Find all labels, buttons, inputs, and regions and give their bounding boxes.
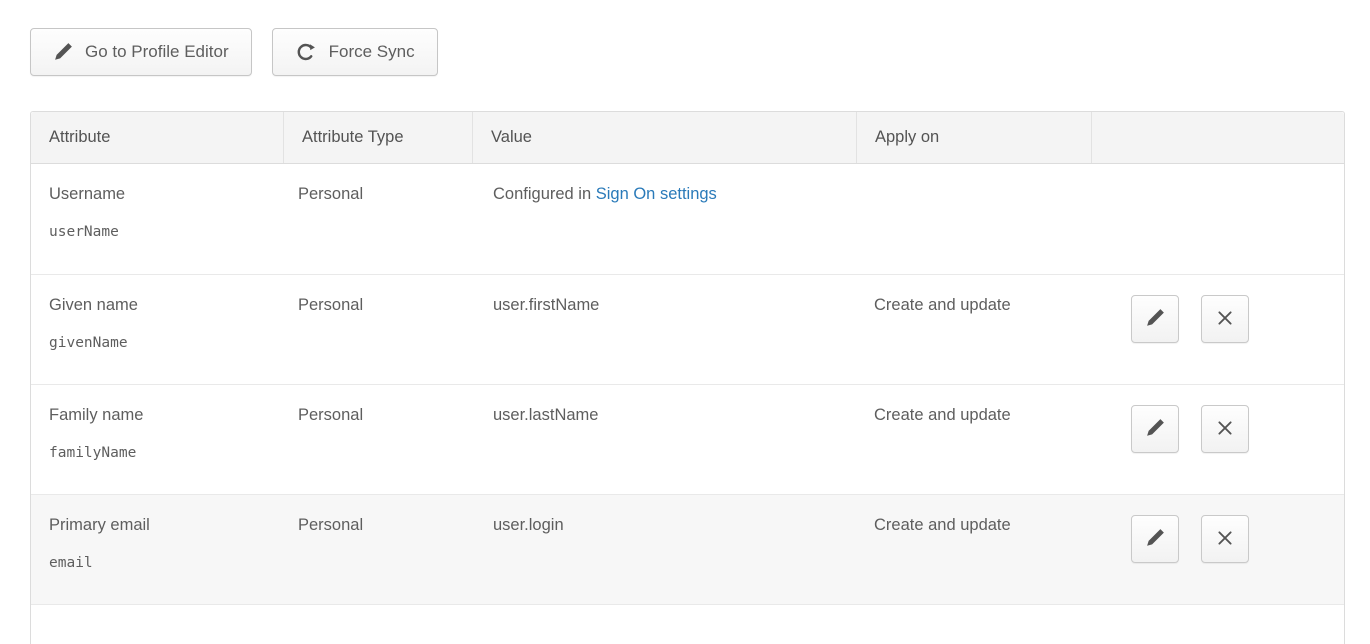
table-header-row: Attribute Attribute Type Value Apply on (31, 112, 1344, 164)
toolbar: Go to Profile Editor Force Sync (30, 28, 438, 76)
attribute-type-cell: Personal (283, 164, 472, 274)
attribute-label: Given name (49, 296, 138, 314)
attribute-cell: Family name familyName (31, 385, 283, 494)
table-row-username: Username userName Personal Configured in… (31, 164, 1344, 274)
apply-on-cell (856, 164, 1091, 274)
edit-mapping-button[interactable] (1131, 405, 1179, 453)
attribute-label: Primary email (49, 516, 150, 534)
attribute-type-cell: Personal (283, 275, 472, 384)
column-header-value: Value (472, 112, 856, 163)
attribute-type-cell: Personal (283, 385, 472, 494)
column-header-attribute-type: Attribute Type (283, 112, 472, 163)
force-sync-button[interactable]: Force Sync (272, 28, 438, 76)
attribute-cell: Primary email email (31, 495, 283, 604)
value-cell: user.lastName (472, 385, 856, 494)
close-icon (1216, 419, 1234, 440)
apply-on-cell: Create and update (856, 495, 1091, 604)
table-row-family-name: Family name familyName Personal user.las… (31, 384, 1344, 494)
actions-cell (1091, 164, 1344, 274)
attribute-variable-name: givenName (49, 335, 273, 352)
pencil-icon (1145, 418, 1165, 441)
go-to-profile-editor-label: Go to Profile Editor (85, 42, 229, 62)
attribute-cell (31, 605, 283, 644)
apply-on-cell: Create and update (856, 275, 1091, 384)
force-sync-label: Force Sync (329, 42, 415, 62)
value-cell: Configured in Sign On settings (472, 164, 856, 274)
apply-on-cell: Create and update (856, 385, 1091, 494)
delete-mapping-button[interactable] (1201, 295, 1249, 343)
attribute-type-cell: Personal (283, 495, 472, 604)
provisioning-attribute-mappings-page: Go to Profile Editor Force Sync Attribut… (0, 0, 1370, 644)
table-row-partial (31, 604, 1344, 644)
pencil-icon (1145, 308, 1165, 331)
refresh-icon (295, 41, 317, 63)
column-header-attribute: Attribute (31, 112, 283, 163)
value-cell: user.login (472, 495, 856, 604)
attribute-label: Username (49, 185, 125, 203)
table-row-primary-email: Primary email email Personal user.login … (31, 494, 1344, 604)
pencil-icon (53, 42, 73, 62)
delete-mapping-button[interactable] (1201, 515, 1249, 563)
attribute-mappings-table: Attribute Attribute Type Value Apply on … (30, 111, 1345, 644)
value-text: Configured in (493, 185, 596, 203)
pencil-icon (1145, 528, 1165, 551)
attribute-label: Family name (49, 406, 143, 424)
attribute-variable-name: email (49, 555, 273, 572)
attribute-cell: Username userName (31, 164, 283, 274)
attribute-variable-name: userName (49, 224, 273, 241)
actions-cell (1091, 385, 1344, 494)
close-icon (1216, 309, 1234, 330)
column-header-apply-on: Apply on (856, 112, 1091, 163)
sign-on-settings-link[interactable]: Sign On settings (596, 185, 717, 203)
actions-cell (1091, 495, 1344, 604)
edit-mapping-button[interactable] (1131, 515, 1179, 563)
column-header-actions (1091, 112, 1344, 163)
delete-mapping-button[interactable] (1201, 405, 1249, 453)
attribute-cell: Given name givenName (31, 275, 283, 384)
value-cell: user.firstName (472, 275, 856, 384)
table-row-given-name: Given name givenName Personal user.first… (31, 274, 1344, 384)
edit-mapping-button[interactable] (1131, 295, 1179, 343)
close-icon (1216, 529, 1234, 550)
attribute-variable-name: familyName (49, 445, 273, 462)
actions-cell (1091, 275, 1344, 384)
go-to-profile-editor-button[interactable]: Go to Profile Editor (30, 28, 252, 76)
